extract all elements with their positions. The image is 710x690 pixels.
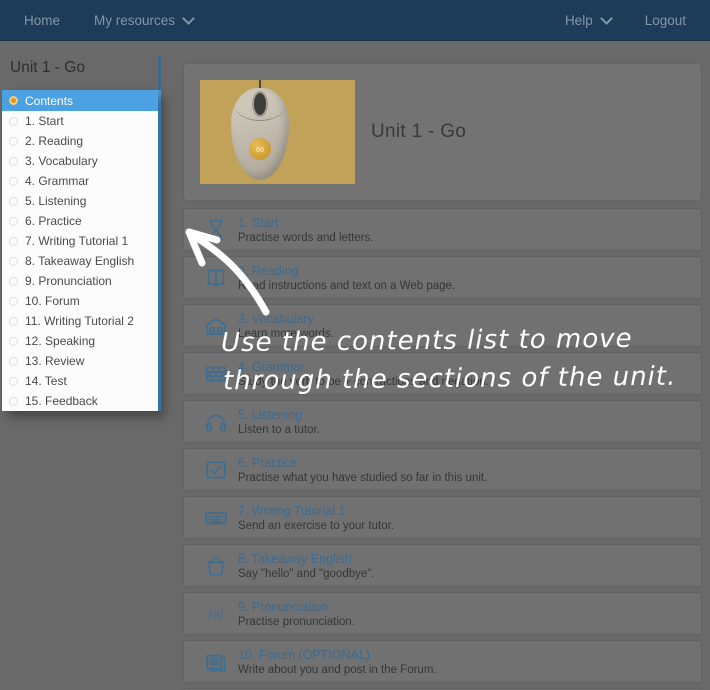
- nav-logout-label: Logout: [644, 12, 686, 28]
- bullet-icon: [9, 296, 18, 306]
- unit-title: Unit 1 - Go: [371, 121, 467, 142]
- bullet-icon: [9, 176, 18, 186]
- toc-item-speaking[interactable]: 12. Speaking: [2, 331, 158, 351]
- toc-item-pronunciation[interactable]: 9. Pronunciation: [2, 271, 158, 291]
- sidebar-divider: [158, 90, 161, 411]
- selected-bullet-icon: [9, 96, 18, 105]
- bullet-icon: [9, 156, 18, 166]
- bullet-icon: [9, 216, 18, 226]
- open-book-icon: [200, 263, 232, 293]
- bullet-icon: [9, 236, 18, 246]
- nav-logout[interactable]: Logout: [645, 13, 686, 28]
- toc-item-feedback[interactable]: 15. Feedback: [2, 391, 158, 411]
- brick-wall-icon: [200, 359, 232, 389]
- chevron-down-icon: [599, 11, 613, 25]
- toc-item-grammar[interactable]: 4. Grammar: [2, 171, 158, 191]
- takeaway-box-icon: [200, 551, 232, 581]
- mouse-wheel: [254, 93, 266, 115]
- forum-pages-icon: [200, 647, 232, 677]
- nav-my-resources[interactable]: My resources: [94, 11, 195, 28]
- nav-home[interactable]: Home: [24, 13, 60, 28]
- toc-item-listening[interactable]: 5. Listening: [2, 191, 158, 211]
- section-card-vocabulary[interactable]: 3. Vocabulary Learn more words.: [183, 304, 702, 347]
- toc-item-vocabulary[interactable]: 3. Vocabulary: [2, 151, 158, 171]
- svg-text:/ə/: /ə/: [208, 605, 224, 621]
- contents-list: 1. Start 2. Reading 3. Vocabulary 4. Gra…: [2, 111, 158, 411]
- sidebar-unit-title: Unit 1 - Go: [10, 59, 85, 76]
- toc-item-test[interactable]: 14. Test: [2, 371, 158, 391]
- unit-mouse-photo: ∞: [200, 80, 355, 184]
- nav-home-label: Home: [24, 12, 61, 28]
- checkbox-icon: [200, 455, 232, 485]
- school-building-icon: [200, 311, 232, 341]
- mouse-body: ∞: [231, 88, 289, 180]
- bullet-icon: [9, 376, 18, 386]
- toc-item-reading[interactable]: 2. Reading: [2, 131, 158, 151]
- toc-item-takeaway-english[interactable]: 8. Takeaway English: [2, 251, 158, 271]
- bullet-icon: [9, 356, 18, 366]
- section-card-practice[interactable]: 6. Practice Practise what you have studie…: [183, 448, 702, 491]
- section-card-pronunciation[interactable]: /ə/ 9. Pronunciation Practise pronunciati…: [183, 592, 702, 635]
- schwa-icon: /ə/: [200, 599, 232, 629]
- nav-help-label: Help: [564, 12, 593, 28]
- headphones-icon: [200, 407, 232, 437]
- unit-header-card: ∞ Unit 1 - Go: [183, 63, 702, 201]
- bullet-icon: [9, 276, 18, 286]
- section-card-grammar[interactable]: 4. Grammar Study the verb to be + contrac…: [183, 352, 702, 395]
- nav-help[interactable]: Help: [564, 11, 613, 28]
- section-card-forum[interactable]: 10. Forum (OPTIONAL) Write about you and …: [183, 640, 702, 683]
- toc-item-practice[interactable]: 6. Practice: [2, 211, 158, 231]
- main-content: ∞ Unit 1 - Go 1. Start Practise words and…: [183, 63, 702, 690]
- toc-item-writing-tutorial-1[interactable]: 7. Writing Tutorial 1: [2, 231, 158, 251]
- hourglass-icon: [200, 215, 232, 245]
- bullet-icon: [9, 116, 18, 126]
- toc-item-forum[interactable]: 10. Forum: [2, 291, 158, 311]
- section-card-takeaway-english[interactable]: 8. Takeaway English Say "hello" and "good…: [183, 544, 702, 587]
- navbar-left: Home My resources: [24, 11, 195, 28]
- contents-panel: Contents 1. Start 2. Reading 3. Vocabula…: [2, 90, 158, 411]
- section-card-start[interactable]: 1. Start Practise words and letters.: [183, 208, 702, 251]
- nav-my-resources-label: My resources: [94, 12, 176, 28]
- toc-item-label: Contents: [25, 93, 74, 108]
- toc-item-start[interactable]: 1. Start: [2, 111, 158, 131]
- navbar-right: Help Logout: [564, 11, 686, 28]
- toc-item-contents-selected[interactable]: Contents: [2, 90, 158, 111]
- bullet-icon: [9, 136, 18, 146]
- toc-item-writing-tutorial-2[interactable]: 11. Writing Tutorial 2: [2, 311, 158, 331]
- section-card-writing-tutorial-1[interactable]: 7. Writing Tutorial 1 Send an exercise to…: [183, 496, 702, 539]
- bullet-icon: [9, 256, 18, 266]
- section-card-reading[interactable]: 2. Reading Read instructions and text on …: [183, 256, 702, 299]
- mouse-logo: ∞: [249, 138, 271, 160]
- chevron-down-icon: [182, 11, 195, 25]
- top-navbar: Home My resources Help Logout: [0, 0, 710, 41]
- section-card-listening[interactable]: 5. Listening Listen to a tutor.: [183, 400, 702, 443]
- bullet-icon: [9, 336, 18, 346]
- bullet-icon: [9, 396, 18, 406]
- lms-unit-page: Home My resources Help Logout Unit 1 - G…: [0, 0, 710, 690]
- keyboard-icon: [200, 503, 232, 533]
- toc-item-review[interactable]: 13. Review: [2, 351, 158, 371]
- bullet-icon: [9, 196, 18, 206]
- bullet-icon: [9, 316, 18, 326]
- sidebar-divider-top: [158, 55, 161, 90]
